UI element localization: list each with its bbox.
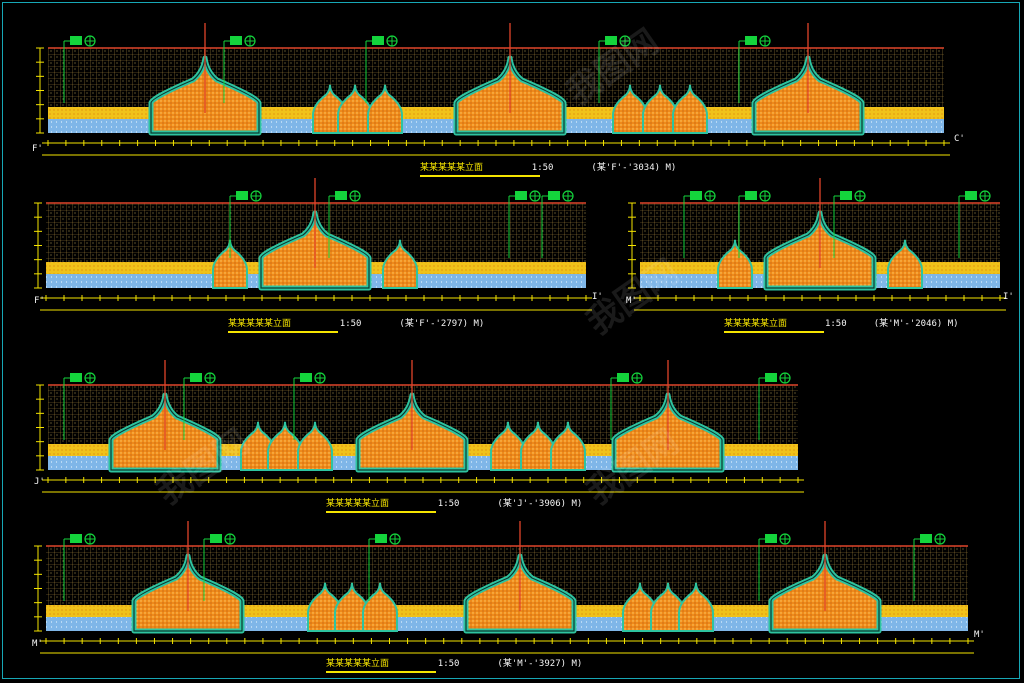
elevation-4-scale: 1:50 bbox=[437, 499, 460, 509]
material-tag bbox=[70, 36, 82, 45]
elevation-5-title: 某某某某某立面 bbox=[326, 659, 390, 669]
elevation-2-caption: 某某某某某立面 1:50 (某'F'-'2797) M) bbox=[228, 319, 484, 329]
elevation-2-title: 某某某某某立面 bbox=[228, 319, 292, 329]
elevation-3-right-axis: I' bbox=[1003, 292, 1014, 302]
material-tag bbox=[300, 373, 312, 382]
elevation-1 bbox=[36, 23, 950, 156]
material-tag bbox=[375, 534, 387, 543]
material-tag bbox=[372, 36, 384, 45]
elevation-3-caption: 某某某某某立面 1:50 (某'M'-'2046) M) bbox=[724, 319, 959, 329]
elevation-1-left-axis: F' bbox=[32, 144, 43, 154]
elevation-drawings bbox=[34, 23, 1006, 654]
material-tag bbox=[745, 191, 757, 200]
material-tag bbox=[745, 36, 757, 45]
material-tag bbox=[690, 191, 702, 200]
elevation-4-left-axis: J' bbox=[34, 477, 45, 487]
elevation-1-note: (某'F'-'3034) M) bbox=[591, 163, 677, 173]
elevation-2-title-underline bbox=[228, 331, 338, 333]
elevation-5-caption: 某某某某某立面 1:50 (某'M'-'3927) M) bbox=[326, 659, 582, 669]
material-tag bbox=[548, 191, 560, 200]
elevation-2 bbox=[34, 178, 592, 311]
material-tag bbox=[190, 373, 202, 382]
elevation-1-title-underline bbox=[420, 175, 540, 177]
elevation-3-note: (某'M'-'2046) M) bbox=[873, 319, 959, 329]
cad-drawing-canvas: 某某某某某立面 1:50 (某'F'-'3034) M) 某某某某某立面 1:5… bbox=[0, 0, 1024, 683]
elevation-4-note: (某'J'-'3906) M) bbox=[497, 499, 583, 509]
material-tag bbox=[765, 373, 777, 382]
elevation-2-scale: 1:50 bbox=[339, 319, 362, 329]
material-tag bbox=[236, 191, 248, 200]
elevation-5-right-axis: M' bbox=[974, 630, 985, 640]
material-tag bbox=[515, 191, 527, 200]
elevation-1-right-axis: C' bbox=[954, 134, 965, 144]
elevation-2-left-axis: F' bbox=[34, 296, 45, 306]
material-tag bbox=[840, 191, 852, 200]
material-tag bbox=[965, 191, 977, 200]
material-tag bbox=[617, 373, 629, 382]
elevation-1-scale: 1:50 bbox=[531, 163, 554, 173]
elevation-4-caption: 某某某某某立面 1:50 (某'J'-'3906) M) bbox=[326, 499, 582, 509]
elevation-3-title: 某某某某某立面 bbox=[724, 319, 788, 329]
elevation-3 bbox=[628, 178, 1006, 311]
material-tag bbox=[765, 534, 777, 543]
material-tag bbox=[210, 534, 222, 543]
elevation-3-title-underline bbox=[724, 331, 824, 333]
material-tag bbox=[335, 191, 347, 200]
material-tag bbox=[70, 373, 82, 382]
elevation-5 bbox=[34, 521, 974, 654]
material-tag bbox=[920, 534, 932, 543]
elevation-1-title: 某某某某某立面 bbox=[420, 163, 484, 173]
elevation-4-title-underline bbox=[326, 511, 436, 513]
elevation-5-note: (某'M'-'3927) M) bbox=[497, 659, 583, 669]
elevation-5-left-axis: M' bbox=[32, 639, 43, 649]
elevation-5-scale: 1:50 bbox=[437, 659, 460, 669]
elevation-5-title-underline bbox=[326, 671, 436, 673]
material-tag bbox=[70, 534, 82, 543]
elevation-3-scale: 1:50 bbox=[824, 319, 847, 329]
elevation-2-note: (某'F'-'2797) M) bbox=[399, 319, 485, 329]
material-tag bbox=[230, 36, 242, 45]
elevation-1-caption: 某某某某某立面 1:50 (某'F'-'3034) M) bbox=[420, 163, 676, 173]
elevation-4-title: 某某某某某立面 bbox=[326, 499, 390, 509]
